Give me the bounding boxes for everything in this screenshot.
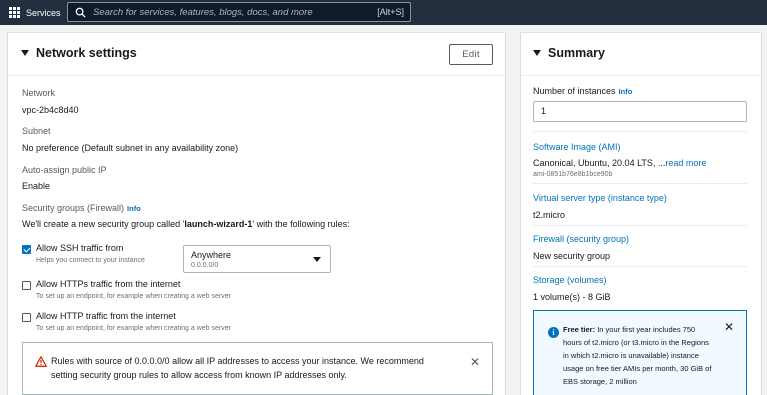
firewall-value: New security group — [533, 251, 611, 261]
sg-desc-suffix: ' with the following rules: — [252, 219, 350, 229]
summary-divider — [533, 266, 747, 267]
network-label: Network — [22, 88, 56, 98]
sg-desc-prefix: We'll create a new security group called… — [22, 219, 185, 229]
ami-id: ami-0851b76e8b1bce90b — [533, 171, 613, 178]
security-groups-info-link[interactable]: Info — [127, 204, 141, 213]
subnet-label: Subnet — [22, 126, 51, 136]
subnet-value: No preference (Default subnet in any ava… — [22, 143, 239, 153]
free-tier-text: Free tier: In your first year includes 7… — [563, 323, 713, 388]
search-shortcut-hint: [Alt+S] — [377, 7, 404, 17]
instances-info-link[interactable]: Info — [619, 87, 633, 96]
sg-name: launch-wizard-1 — [184, 219, 253, 229]
grid-menu-icon — [9, 7, 20, 18]
header-divider — [8, 75, 505, 76]
summary-divider — [533, 225, 747, 226]
security-groups-label: Security groups (Firewall) Info — [22, 203, 141, 213]
open-access-warning: Rules with source of 0.0.0.0/0 allow all… — [22, 342, 493, 395]
summary-header-divider — [521, 75, 761, 76]
summary-toggle[interactable]: Summary — [533, 46, 605, 60]
services-label: Services — [26, 7, 61, 18]
info-icon: i — [548, 327, 559, 338]
close-icon[interactable]: ✕ — [470, 355, 480, 369]
software-image-link[interactable]: Software Image (AMI) — [533, 142, 621, 152]
storage-value: 1 volume(s) - 8 GiB — [533, 292, 611, 302]
caret-down-icon — [313, 257, 321, 262]
close-icon[interactable]: ✕ — [724, 320, 734, 334]
security-group-description: We'll create a new security group called… — [22, 219, 350, 229]
ami-value-text: Canonical, Ubuntu, 20.04 LTS, ... — [533, 158, 666, 168]
instance-type-link[interactable]: Virtual server type (instance type) — [533, 193, 667, 203]
storage-link[interactable]: Storage (volumes) — [533, 275, 607, 285]
edit-button[interactable]: Edit — [449, 44, 493, 65]
warning-text: Rules with source of 0.0.0.0/0 allow all… — [51, 356, 424, 380]
summary-panel: Summary Number of instances Info 1 Softwa… — [521, 33, 761, 395]
summary-divider — [533, 183, 747, 184]
services-menu-button[interactable]: Services — [9, 0, 61, 25]
network-value: vpc-2b4c8d40 — [22, 105, 79, 115]
http-rule-label: Allow HTTP traffic from the internet — [36, 311, 176, 321]
network-settings-panel: Network settings Edit Network vpc-2b4c8d… — [8, 33, 505, 395]
free-tier-body: In your first year includes 750 hours of… — [563, 325, 712, 386]
network-settings-title: Network settings — [36, 46, 137, 60]
caret-down-icon — [21, 50, 29, 56]
https-rule-label: Allow HTTPs traffic from the internet — [36, 279, 181, 289]
http-checkbox[interactable] — [22, 313, 31, 322]
number-of-instances-input[interactable]: 1 — [533, 101, 747, 122]
search-input[interactable]: Search for services, features, blogs, do… — [67, 2, 411, 22]
ami-value: Canonical, Ubuntu, 20.04 LTS, ...read mo… — [533, 158, 706, 168]
ami-read-more-link[interactable]: read more — [665, 158, 706, 168]
search-icon — [75, 7, 86, 18]
warning-icon — [35, 356, 47, 367]
instances-label: Number of instances Info — [533, 86, 632, 96]
firewall-link[interactable]: Firewall (security group) — [533, 234, 629, 244]
https-checkbox[interactable] — [22, 281, 31, 290]
https-rule-description: To set up an endpoint, for example when … — [36, 293, 231, 300]
search-placeholder: Search for services, features, blogs, do… — [93, 6, 313, 18]
ssh-rule-description: Helps you connect to your instance — [36, 257, 145, 264]
public-ip-label: Auto-assign public IP — [22, 165, 107, 175]
network-settings-toggle[interactable]: Network settings — [21, 46, 137, 60]
public-ip-value: Enable — [22, 181, 51, 191]
instance-type-value: t2.micro — [533, 210, 566, 220]
ssh-source-select[interactable]: Anywhere 0.0.0.0/0 — [183, 245, 331, 273]
security-groups-label-text: Security groups (Firewall) — [22, 203, 125, 213]
free-tier-title: Free tier: — [563, 325, 596, 334]
http-rule-description: To set up an endpoint, for example when … — [36, 325, 231, 332]
ssh-source-value: Anywhere — [191, 250, 232, 260]
summary-divider — [533, 131, 747, 132]
summary-title: Summary — [548, 46, 605, 60]
caret-down-icon — [533, 50, 541, 56]
ssh-rule-label: Allow SSH traffic from — [36, 243, 124, 253]
free-tier-alert: i Free tier: In your first year includes… — [533, 310, 747, 395]
ssh-source-cidr: 0.0.0.0/0 — [191, 262, 219, 269]
ssh-checkbox[interactable] — [22, 245, 31, 254]
instances-label-text: Number of instances — [533, 86, 616, 96]
top-navigation-bar: Services Search for services, features, … — [0, 0, 767, 25]
